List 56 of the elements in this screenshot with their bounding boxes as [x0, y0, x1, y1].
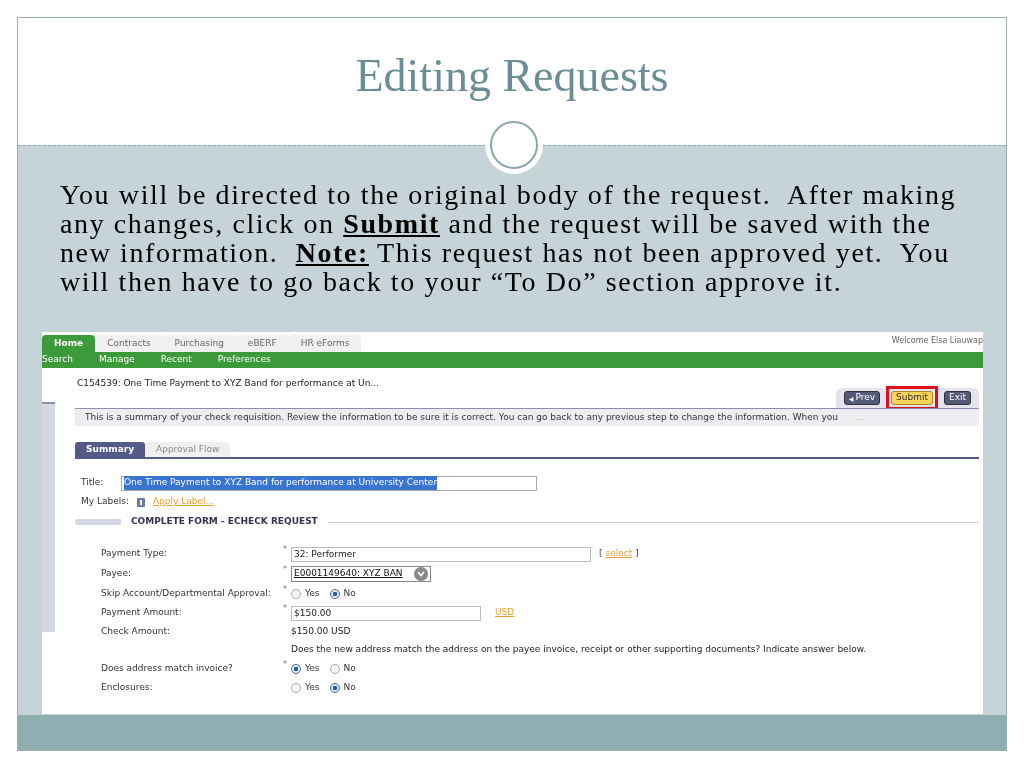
radio-button[interactable] — [329, 663, 340, 674]
sub-nav-link[interactable]: Recent — [160, 353, 218, 367]
welcome-text: Welcome Elsa Liauwap — [891, 335, 983, 347]
section-title: COMPLETE FORM - ECHECK REQUEST — [130, 515, 319, 529]
radio-button[interactable] — [291, 682, 301, 693]
amount-field[interactable]: $150.00 — [291, 605, 481, 621]
field-label: Payment Amount: — [101, 606, 183, 620]
radio-button[interactable] — [329, 588, 340, 599]
more-indicator: ... — [855, 410, 865, 424]
option-label: Yes — [305, 586, 320, 600]
bracket: [ — [599, 547, 603, 561]
required-mark: * — [283, 565, 287, 574]
field-label: Skip Account/Departmental Approval: — [101, 586, 272, 600]
chevron-down-icon — [414, 567, 428, 581]
view-tab[interactable]: Approval Flow — [145, 442, 231, 457]
nav-tab[interactable]: eBERF — [235, 335, 289, 352]
required-mark: * — [283, 660, 287, 669]
payee-dropdown[interactable]: E0001149640: XYZ BAN — [291, 566, 431, 582]
slide-body-text: You will be directed to the original body of the request. After making any changes, click on Submit and the request will be saved with the new information. Note: This request has not been approved yet. You will then have to go back to your “To Do” section approve it. — [59, 178, 958, 296]
note-text: Does the new address match the address on the payee invoice, receipt or other supporting documents? Indicate answer below. — [291, 643, 867, 657]
required-mark: * — [283, 585, 287, 594]
option-label: Yes — [305, 680, 320, 694]
field-label: Payee: — [101, 567, 132, 581]
field-label: My Labels: — [81, 495, 129, 509]
title-field[interactable]: One Time Payment to XYZ Band for performance at University Center — [121, 475, 537, 491]
field-value: $150.00 USD — [291, 625, 351, 639]
field-label: Payment Type: — [101, 547, 168, 561]
radio-button[interactable] — [291, 588, 301, 599]
info-icon — [136, 497, 145, 507]
view-tab[interactable]: Summary — [75, 442, 146, 457]
sub-nav-link[interactable]: Manage — [98, 353, 161, 367]
required-mark: * — [283, 604, 287, 613]
exit-button[interactable]: Exit — [943, 391, 971, 405]
nav-tab[interactable]: Home — [42, 335, 96, 352]
text-field[interactable]: 32: Performer — [291, 546, 591, 562]
field-label: Does address match invoice? — [101, 661, 234, 675]
sub-nav-link[interactable]: Preferences — [217, 353, 297, 367]
radio-button[interactable] — [329, 682, 340, 693]
option-label: No — [343, 586, 356, 600]
nav-tab[interactable]: Purchasing — [162, 335, 236, 352]
option-label: No — [343, 680, 356, 694]
nav-tab[interactable]: Contracts — [95, 335, 163, 352]
field-label: Enclosures: — [101, 680, 154, 694]
nav-tab[interactable]: HR eForms — [288, 335, 362, 352]
slide-title: Editing Requests — [355, 49, 669, 103]
sub-nav-link[interactable]: Search — [42, 353, 99, 367]
option-label: Yes — [305, 661, 320, 675]
submit-button[interactable]: Submit — [891, 391, 933, 405]
summary-text: This is a summary of your check requisition. Review the information to be sure it is correct. You can go back to any previous step to change the information. When you — [85, 410, 838, 424]
field-label: Check Amount: — [101, 625, 171, 639]
request-title: C154539: One Time Payment to XYZ Band for performance at Un... — [77, 376, 379, 390]
field-label: Title: — [81, 476, 105, 490]
bracket: ] — [635, 547, 639, 561]
required-mark: * — [283, 545, 287, 554]
option-label: No — [343, 661, 356, 675]
radio-button[interactable] — [291, 663, 301, 674]
